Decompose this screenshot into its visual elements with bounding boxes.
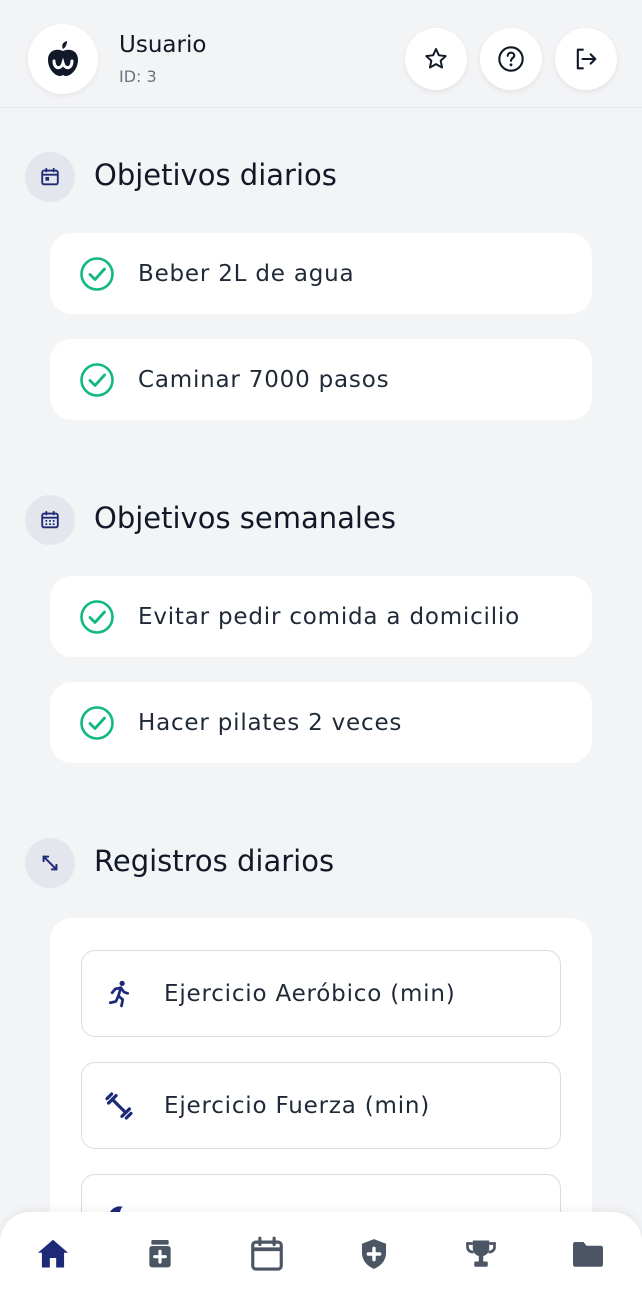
home-icon	[37, 1239, 69, 1268]
check-circle-icon	[79, 256, 115, 292]
daily-records-section-icon	[25, 838, 75, 888]
bottom-navigation	[0, 1212, 642, 1300]
goal-label: Caminar 7000 pasos	[138, 366, 390, 393]
logout-button[interactable]	[555, 28, 617, 90]
user-id: ID: 3	[119, 67, 157, 86]
calendar-week-icon	[41, 510, 59, 529]
trophy-icon	[466, 1240, 496, 1267]
daily-goals-title: Objetivos diarios	[94, 158, 337, 192]
star-icon	[425, 48, 447, 69]
calendar-icon	[41, 167, 59, 186]
daily-goal-item[interactable]: Caminar 7000 pasos	[50, 339, 592, 420]
daily-goals-section-icon	[25, 152, 75, 202]
user-name: Usuario	[119, 32, 207, 58]
shield-plus-icon	[361, 1239, 387, 1269]
goal-label: Beber 2L de agua	[138, 260, 355, 287]
record-item-strength[interactable]: Ejercicio Fuerza (min)	[81, 1062, 561, 1149]
apple-logo-icon	[48, 41, 78, 76]
nav-medication[interactable]	[140, 1234, 180, 1274]
help-button[interactable]	[480, 28, 542, 90]
weekly-goals-title: Objetivos semanales	[94, 501, 396, 535]
weekly-goal-item[interactable]: Hacer pilates 2 veces	[50, 682, 592, 763]
favorites-button[interactable]	[405, 28, 467, 90]
dumbbell-icon	[102, 1089, 136, 1123]
logout-icon	[576, 48, 597, 70]
weekly-goal-item[interactable]: Evitar pedir comida a domicilio	[50, 576, 592, 657]
record-label: Ejercicio Aeróbico (min)	[164, 980, 456, 1007]
nav-achievements[interactable]	[461, 1234, 501, 1274]
calendar-icon	[251, 1236, 283, 1271]
record-label: Ejercicio Fuerza (min)	[164, 1092, 431, 1119]
goal-label: Hacer pilates 2 veces	[138, 709, 403, 736]
running-icon	[102, 977, 136, 1011]
check-circle-icon	[79, 599, 115, 635]
nav-calendar[interactable]	[247, 1234, 287, 1274]
nav-health[interactable]	[354, 1234, 394, 1274]
check-circle-icon	[79, 705, 115, 741]
folder-icon	[573, 1242, 603, 1267]
app-logo	[28, 24, 98, 94]
app-header: Usuario ID: 3	[0, 0, 642, 108]
check-circle-icon	[79, 362, 115, 398]
weekly-goals-section-icon	[25, 495, 75, 545]
nav-home[interactable]	[33, 1234, 73, 1274]
goal-label: Evitar pedir comida a domicilio	[138, 603, 520, 630]
resize-arrows-icon	[42, 855, 58, 871]
nav-documents[interactable]	[568, 1234, 608, 1274]
record-item-aerobic[interactable]: Ejercicio Aeróbico (min)	[81, 950, 561, 1037]
daily-goal-item[interactable]: Beber 2L de agua	[50, 233, 592, 314]
daily-records-title: Registros diarios	[94, 844, 335, 878]
medicine-icon	[149, 1240, 171, 1268]
help-circle-icon	[498, 46, 524, 72]
